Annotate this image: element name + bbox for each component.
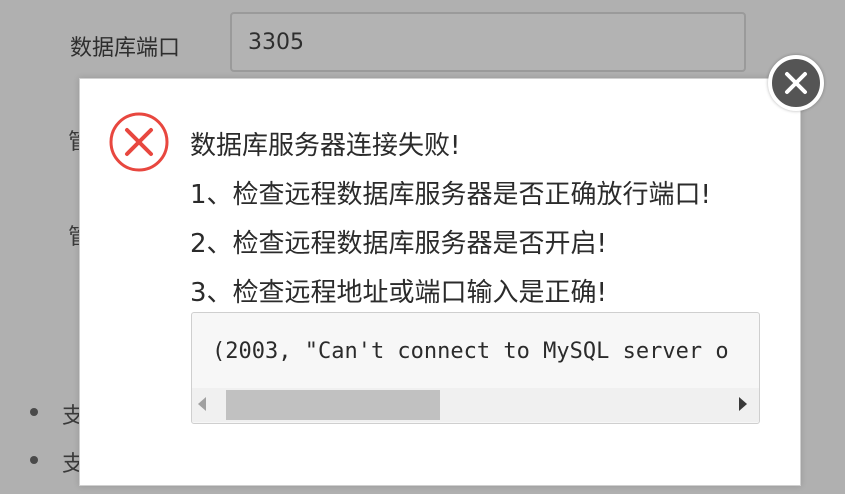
- error-dialog: 数据库服务器连接失败! 1、检查远程数据库服务器是否正确放行端口! 2、检查远程…: [79, 78, 801, 486]
- error-x-circle-icon: [109, 112, 169, 172]
- bullet-dot: [30, 456, 38, 464]
- scroll-left-arrow-icon[interactable]: [198, 397, 206, 411]
- error-hint-3: 3、检查远程地址或端口输入是正确!: [190, 278, 607, 308]
- scrollbar-thumb[interactable]: [226, 390, 440, 420]
- error-detail-text: (2003, "Can't connect to MySQL server o: [212, 339, 729, 364]
- bullet-dot: [30, 408, 38, 416]
- error-hint-1: 1、检查远程数据库服务器是否正确放行端口!: [190, 180, 711, 210]
- db-port-input[interactable]: 3305: [230, 12, 746, 72]
- error-title: 数据库服务器连接失败!: [190, 131, 461, 161]
- bullet-text-partial: 支: [62, 404, 80, 429]
- bullet-text-partial: 支: [62, 452, 80, 477]
- close-button[interactable]: [768, 55, 824, 111]
- horizontal-scrollbar[interactable]: [192, 388, 759, 422]
- db-port-label: 数据库端口: [70, 36, 181, 61]
- scroll-right-arrow-icon[interactable]: [739, 397, 747, 411]
- error-detail-box: (2003, "Can't connect to MySQL server o: [191, 312, 760, 424]
- close-icon: [785, 72, 807, 94]
- error-hint-2: 2、检查远程数据库服务器是否开启!: [190, 229, 607, 259]
